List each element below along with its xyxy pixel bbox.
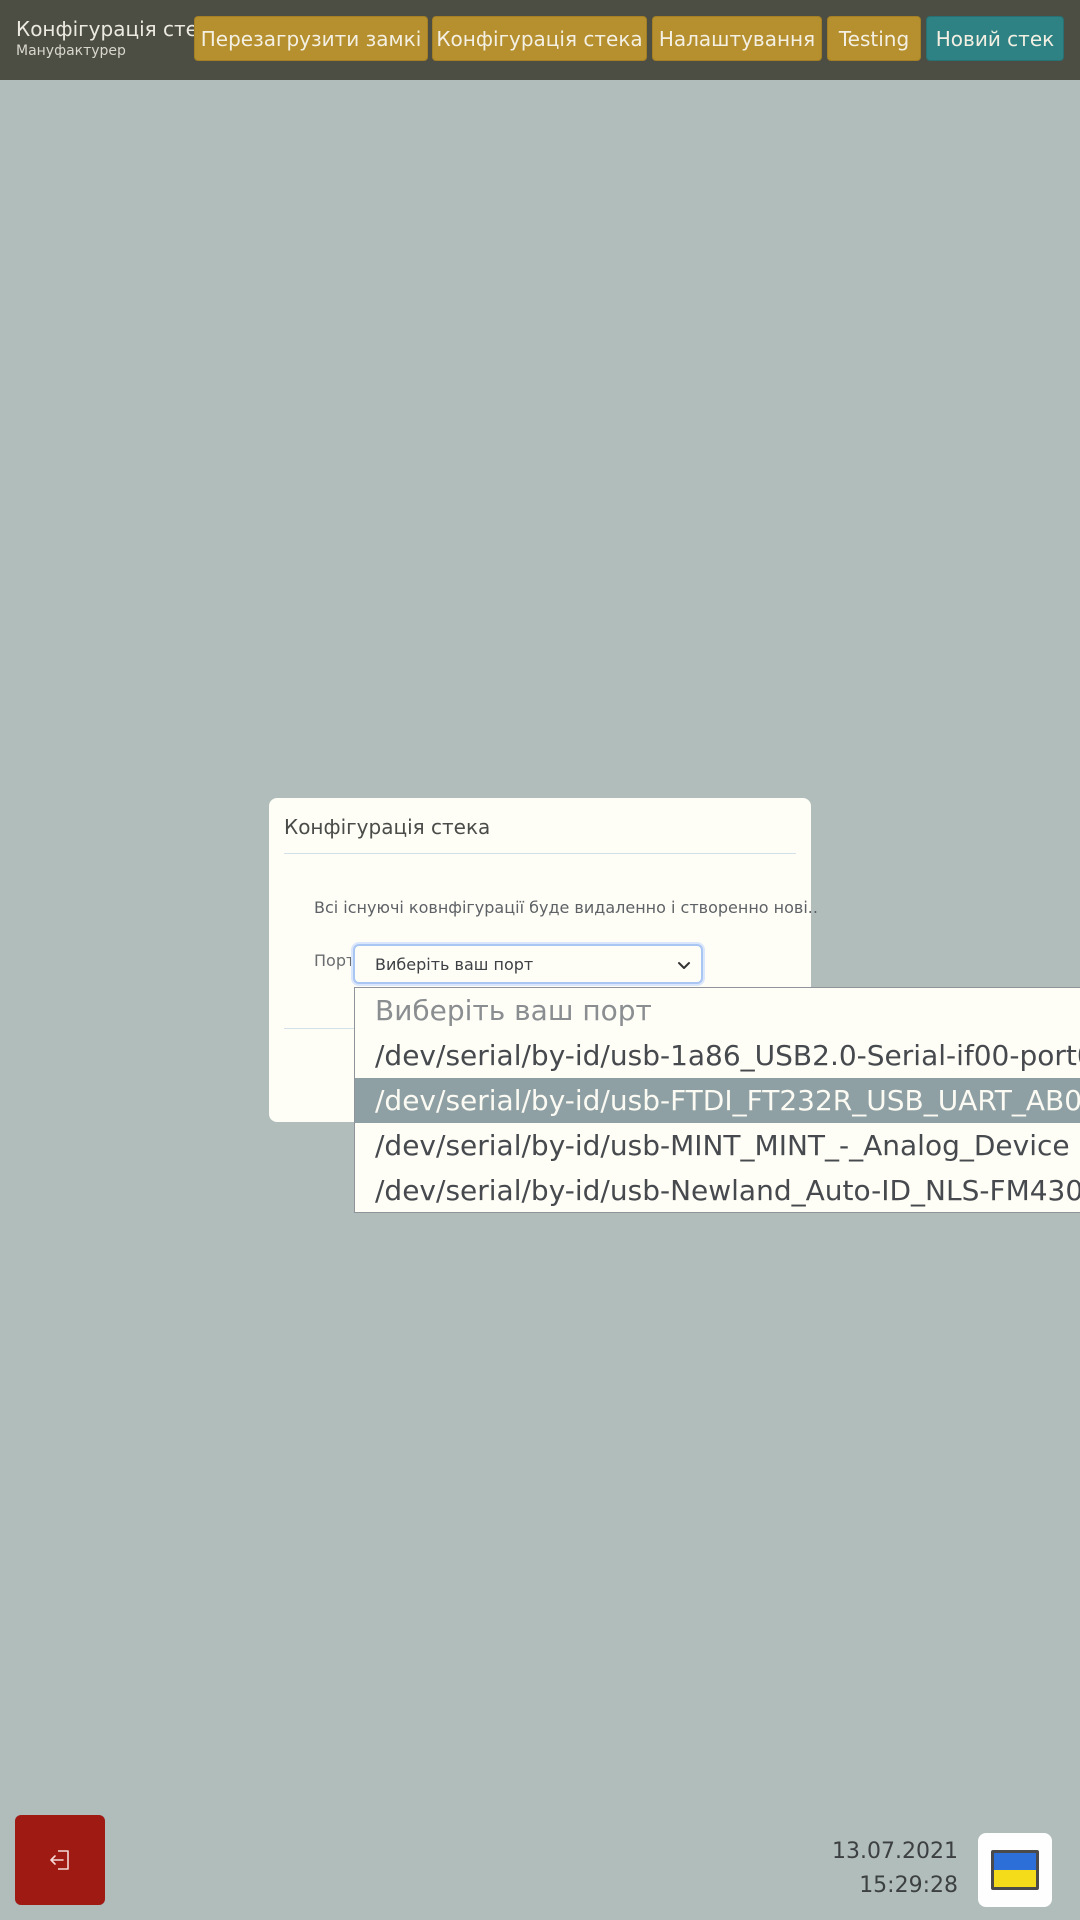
port-option[interactable]: /dev/serial/by-id/usb-MINT_MINT_-_Analog… xyxy=(355,1123,1080,1168)
current-date: 13.07.2021 xyxy=(832,1839,958,1864)
chevron-down-icon xyxy=(678,962,690,969)
port-option-placeholder[interactable]: Виберіть ваш порт xyxy=(355,988,1080,1033)
page-subtitle: Мануфактурер xyxy=(16,43,126,59)
port-option-highlighted[interactable]: /dev/serial/by-id/usb-FTDI_FT232R_USB_UA… xyxy=(355,1078,1080,1123)
settings-button[interactable]: Налаштування xyxy=(652,16,822,61)
port-option[interactable]: /dev/serial/by-id/usb-Newland_Auto-ID_NL… xyxy=(355,1168,1080,1212)
modal-title: Конфігурація стека xyxy=(284,815,491,839)
page-title: Конфігурація стека xyxy=(16,17,196,41)
modal-header-divider xyxy=(284,853,796,854)
logout-icon xyxy=(50,1850,69,1870)
stack-config-button[interactable]: Конфігурація стека xyxy=(432,16,647,61)
port-select[interactable]: Виберіть ваш порт xyxy=(353,944,703,984)
top-navigation-bar: Конфігурація стека Мануфактурер Перезагр… xyxy=(0,0,1080,80)
modal-warning-text: Всі існуючі ковнфігурації буде видаленно… xyxy=(314,898,818,917)
testing-button[interactable]: Testing xyxy=(827,16,921,61)
ukraine-flag-icon xyxy=(991,1850,1039,1890)
port-label: Порт xyxy=(314,951,356,970)
language-button[interactable] xyxy=(978,1833,1052,1907)
current-time: 15:29:28 xyxy=(859,1873,958,1898)
port-option[interactable]: /dev/serial/by-id/usb-1a86_USB2.0-Serial… xyxy=(355,1033,1080,1078)
brand: Конфігурація стека Мануфактурер xyxy=(16,16,196,60)
port-options-list: Виберіть ваш порт /dev/serial/by-id/usb-… xyxy=(354,987,1080,1213)
logout-button[interactable] xyxy=(15,1815,105,1905)
reload-locks-button[interactable]: Перезагрузити замкі xyxy=(194,16,428,61)
port-select-value: Виберіть ваш порт xyxy=(375,955,534,974)
new-stack-button[interactable]: Новий стек xyxy=(926,16,1064,61)
